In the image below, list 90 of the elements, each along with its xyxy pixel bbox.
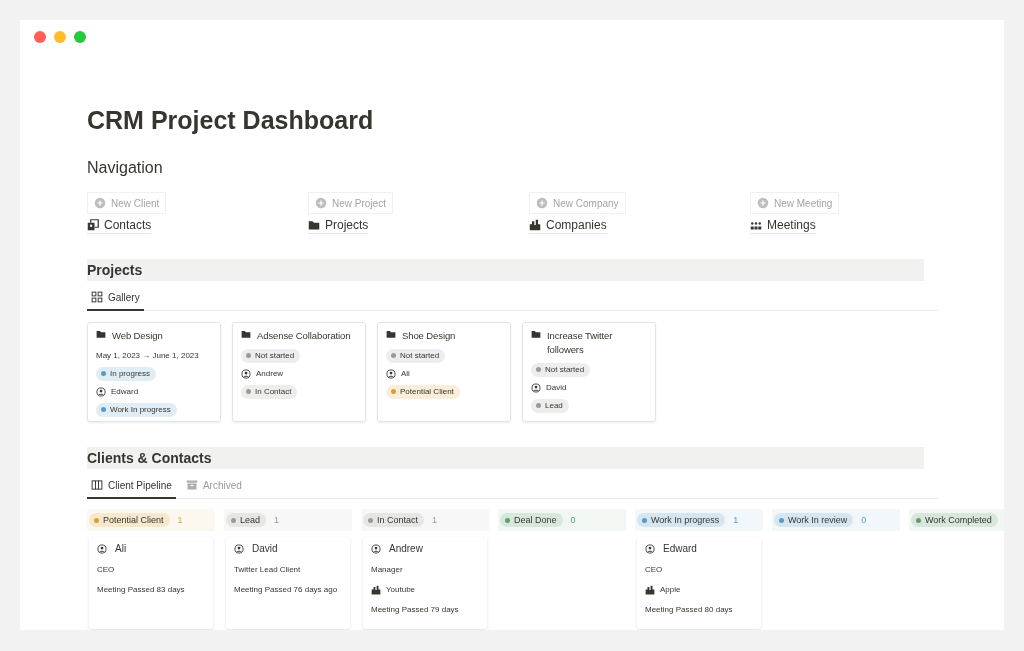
person-circle-icon (531, 382, 541, 393)
page-link[interactable]: Projects (308, 218, 369, 234)
card-text: CEO (97, 564, 116, 576)
buildings-icon (529, 219, 541, 231)
plus-circle-icon (94, 197, 106, 209)
view-tab[interactable]: Gallery (87, 287, 144, 311)
item-count: 1 (733, 515, 739, 525)
card-text: Meeting Passed 79 days (371, 604, 460, 616)
status-tag: Not started (531, 362, 591, 377)
person-circle-icon (645, 543, 655, 554)
item-count: 1 (432, 515, 438, 525)
item-count: 1 (274, 515, 280, 525)
card-title: Adsense Collaboration (257, 329, 351, 343)
card-text: Manager (371, 564, 404, 576)
card-title: Increase Twitter followers (547, 329, 614, 357)
status-tag: Deal Done (500, 513, 563, 527)
page-title: CRM Project Dashboard (87, 105, 375, 135)
status-tag: Work In progress (637, 513, 726, 527)
window-control-dot[interactable] (34, 31, 46, 43)
item-count: 1 (177, 515, 183, 525)
folder-icon (96, 329, 106, 339)
card-text: CEO (645, 564, 664, 576)
person-circle-icon (386, 368, 396, 379)
card-text: Meeting Passed 83 days (97, 584, 186, 596)
item-count: 0 (861, 515, 867, 525)
plus-circle-icon (315, 197, 327, 209)
plus-circle-icon (536, 197, 548, 209)
contact-name: Edward (663, 543, 697, 554)
section-heading: Clients & Contacts (87, 447, 924, 469)
item-count: 0 (570, 515, 576, 525)
person-name: David (546, 382, 567, 394)
project-card[interactable]: Increase Twitter followers Not started David Lead (522, 322, 656, 422)
company-name: Apple (660, 584, 681, 596)
page-link[interactable]: Contacts (87, 218, 152, 234)
page-link[interactable]: Meetings (750, 218, 816, 234)
contact-name: Ali (115, 543, 127, 554)
project-card[interactable]: Shoe Design Not started Ali Potential Client (377, 322, 511, 422)
people-icon (750, 219, 762, 231)
project-card[interactable]: Web Design May 1, 2023 → June 1, 2023 In progress Edward Work In progress (87, 322, 221, 422)
person-circle-icon (96, 386, 106, 397)
project-card[interactable]: Adsense Collaboration Not started Andrew In Contact (232, 322, 366, 422)
person-name: Andrew (256, 368, 284, 380)
person-circle-icon (97, 543, 107, 554)
folder-icon (241, 329, 251, 339)
person-circle-icon (371, 543, 381, 554)
folder-icon (531, 329, 541, 339)
status-tag: Work Completed (911, 513, 998, 527)
card-text: Twitter Lead Client (234, 564, 302, 576)
contact-card[interactable]: Ali CEO Meeting Passed 83 days (89, 537, 213, 629)
page-link[interactable]: Companies (529, 218, 607, 234)
company-name: Youtube (386, 584, 416, 596)
status-tag: Lead (226, 513, 267, 527)
window-control-dot[interactable] (54, 31, 66, 43)
contact-name: Andrew (389, 543, 423, 554)
folder-icon (386, 329, 396, 339)
view-tab[interactable]: Client Pipeline (87, 475, 176, 499)
section-heading: Projects (87, 259, 924, 281)
folder-icon (308, 219, 320, 231)
status-tag: Lead (531, 398, 569, 413)
grid-icon (91, 291, 103, 303)
person-name: Ali (401, 368, 410, 380)
contact-card[interactable]: Andrew Manager Youtube Meeting Passed 79 days (363, 537, 487, 629)
person-circle-icon (241, 368, 251, 379)
contact-name: David (252, 543, 278, 554)
status-tag: Potential Client (386, 384, 460, 399)
card-text: Meeting Passed 80 days (645, 604, 734, 616)
status-tag: In progress (96, 366, 157, 381)
card-title: Shoe Design (402, 329, 456, 343)
card-title: Web Design (112, 329, 163, 343)
contact-card[interactable]: Edward CEO Apple Meeting Passed 80 days (637, 537, 761, 629)
person-name: Edward (111, 386, 139, 398)
card-text: Meeting Passed 76 days ago (234, 584, 339, 596)
status-tag: In Contact (363, 513, 425, 527)
plus-circle-icon (757, 197, 769, 209)
contact-cards-icon (87, 219, 99, 231)
status-tag: Not started (386, 348, 446, 363)
section-heading: Navigation (87, 158, 164, 178)
columns-icon (91, 479, 103, 491)
person-circle-icon (234, 543, 244, 554)
status-tag: In Contact (241, 384, 298, 399)
contact-card[interactable]: David Twitter Lead Client Meeting Passed 76 days ago (226, 537, 350, 629)
status-tag: Work In review (774, 513, 854, 527)
buildings-icon (371, 584, 381, 595)
status-tag: Potential Client (89, 513, 170, 527)
buildings-icon (645, 584, 655, 595)
date-range: May 1, 2023 → June 1, 2023 (96, 350, 200, 362)
archive-icon (185, 479, 198, 491)
status-tag: Not started (241, 348, 301, 363)
status-tag: Work In progress (96, 402, 177, 417)
window-control-dot[interactable] (74, 31, 86, 43)
